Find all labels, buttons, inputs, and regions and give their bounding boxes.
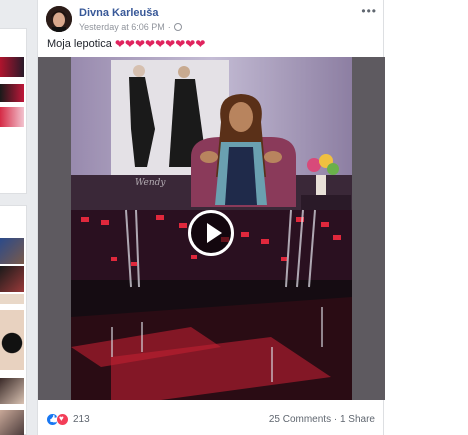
post-timestamp[interactable]: Yesterday at 6:06 PM [79,22,165,32]
more-options-icon[interactable]: ••• [361,4,377,18]
comments-link[interactable]: 25 Comments [269,414,331,425]
stats-separator: · [331,414,340,425]
heart-emoji-icon: ❤ [185,37,196,51]
heart-emoji-icon: ❤ [195,37,206,51]
friend-thumbnail[interactable] [0,238,24,264]
post-stats: 25 Comments · 1 Share [269,414,375,425]
heart-emoji-icon: ❤ [165,37,176,51]
post-header: Divna Karleuša Yesterday at 6:06 PM · ••… [38,0,385,36]
video-watermark: Wendy [135,178,166,188]
play-button[interactable] [188,210,234,256]
heart-emoji-icon: ❤ [134,37,146,51]
photo-thumbnail[interactable] [0,107,24,127]
heart-emoji-icon: ❤ [114,37,125,51]
photo-thumbnail[interactable] [0,57,24,77]
globe-icon[interactable] [173,23,182,31]
post-message: Moja lepotica [47,38,112,50]
right-panel [384,0,468,435]
friend-thumbnail[interactable] [0,310,24,370]
heart-emoji-icon: ❤ [124,37,135,51]
heart-emoji-icon: ❤ [175,37,186,51]
shares-link[interactable]: 1 Share [340,414,375,425]
friend-thumbnail[interactable] [0,378,24,404]
author-name[interactable]: Divna Karleuša [79,7,158,19]
reactions-summary[interactable]: 213 [46,413,90,426]
video-player[interactable]: Wendy [38,57,385,400]
friend-thumbnail[interactable] [0,410,24,435]
feed-post: Divna Karleuša Yesterday at 6:06 PM · ••… [37,0,385,435]
reaction-count: 213 [73,414,90,425]
avatar[interactable] [46,6,72,32]
left-card-photos [0,28,27,194]
post-footer: 213 25 Comments · 1 Share [38,404,385,435]
post-meta: Yesterday at 6:06 PM · [79,22,182,32]
left-column [0,0,27,435]
heart-emoji-icon: ❤ [155,37,166,51]
left-card-friends [0,205,27,435]
post-text: Moja lepotica ❤ ❤ ❤ ❤ ❤ ❤ ❤ ❤ ❤ [47,38,205,50]
dot-separator: · [167,22,171,32]
heart-emoji-icon: ❤ [145,37,156,51]
love-icon [56,413,69,426]
photo-thumbnail[interactable] [0,84,24,102]
friend-thumbnail[interactable] [0,294,24,304]
friend-thumbnail[interactable] [0,266,24,292]
